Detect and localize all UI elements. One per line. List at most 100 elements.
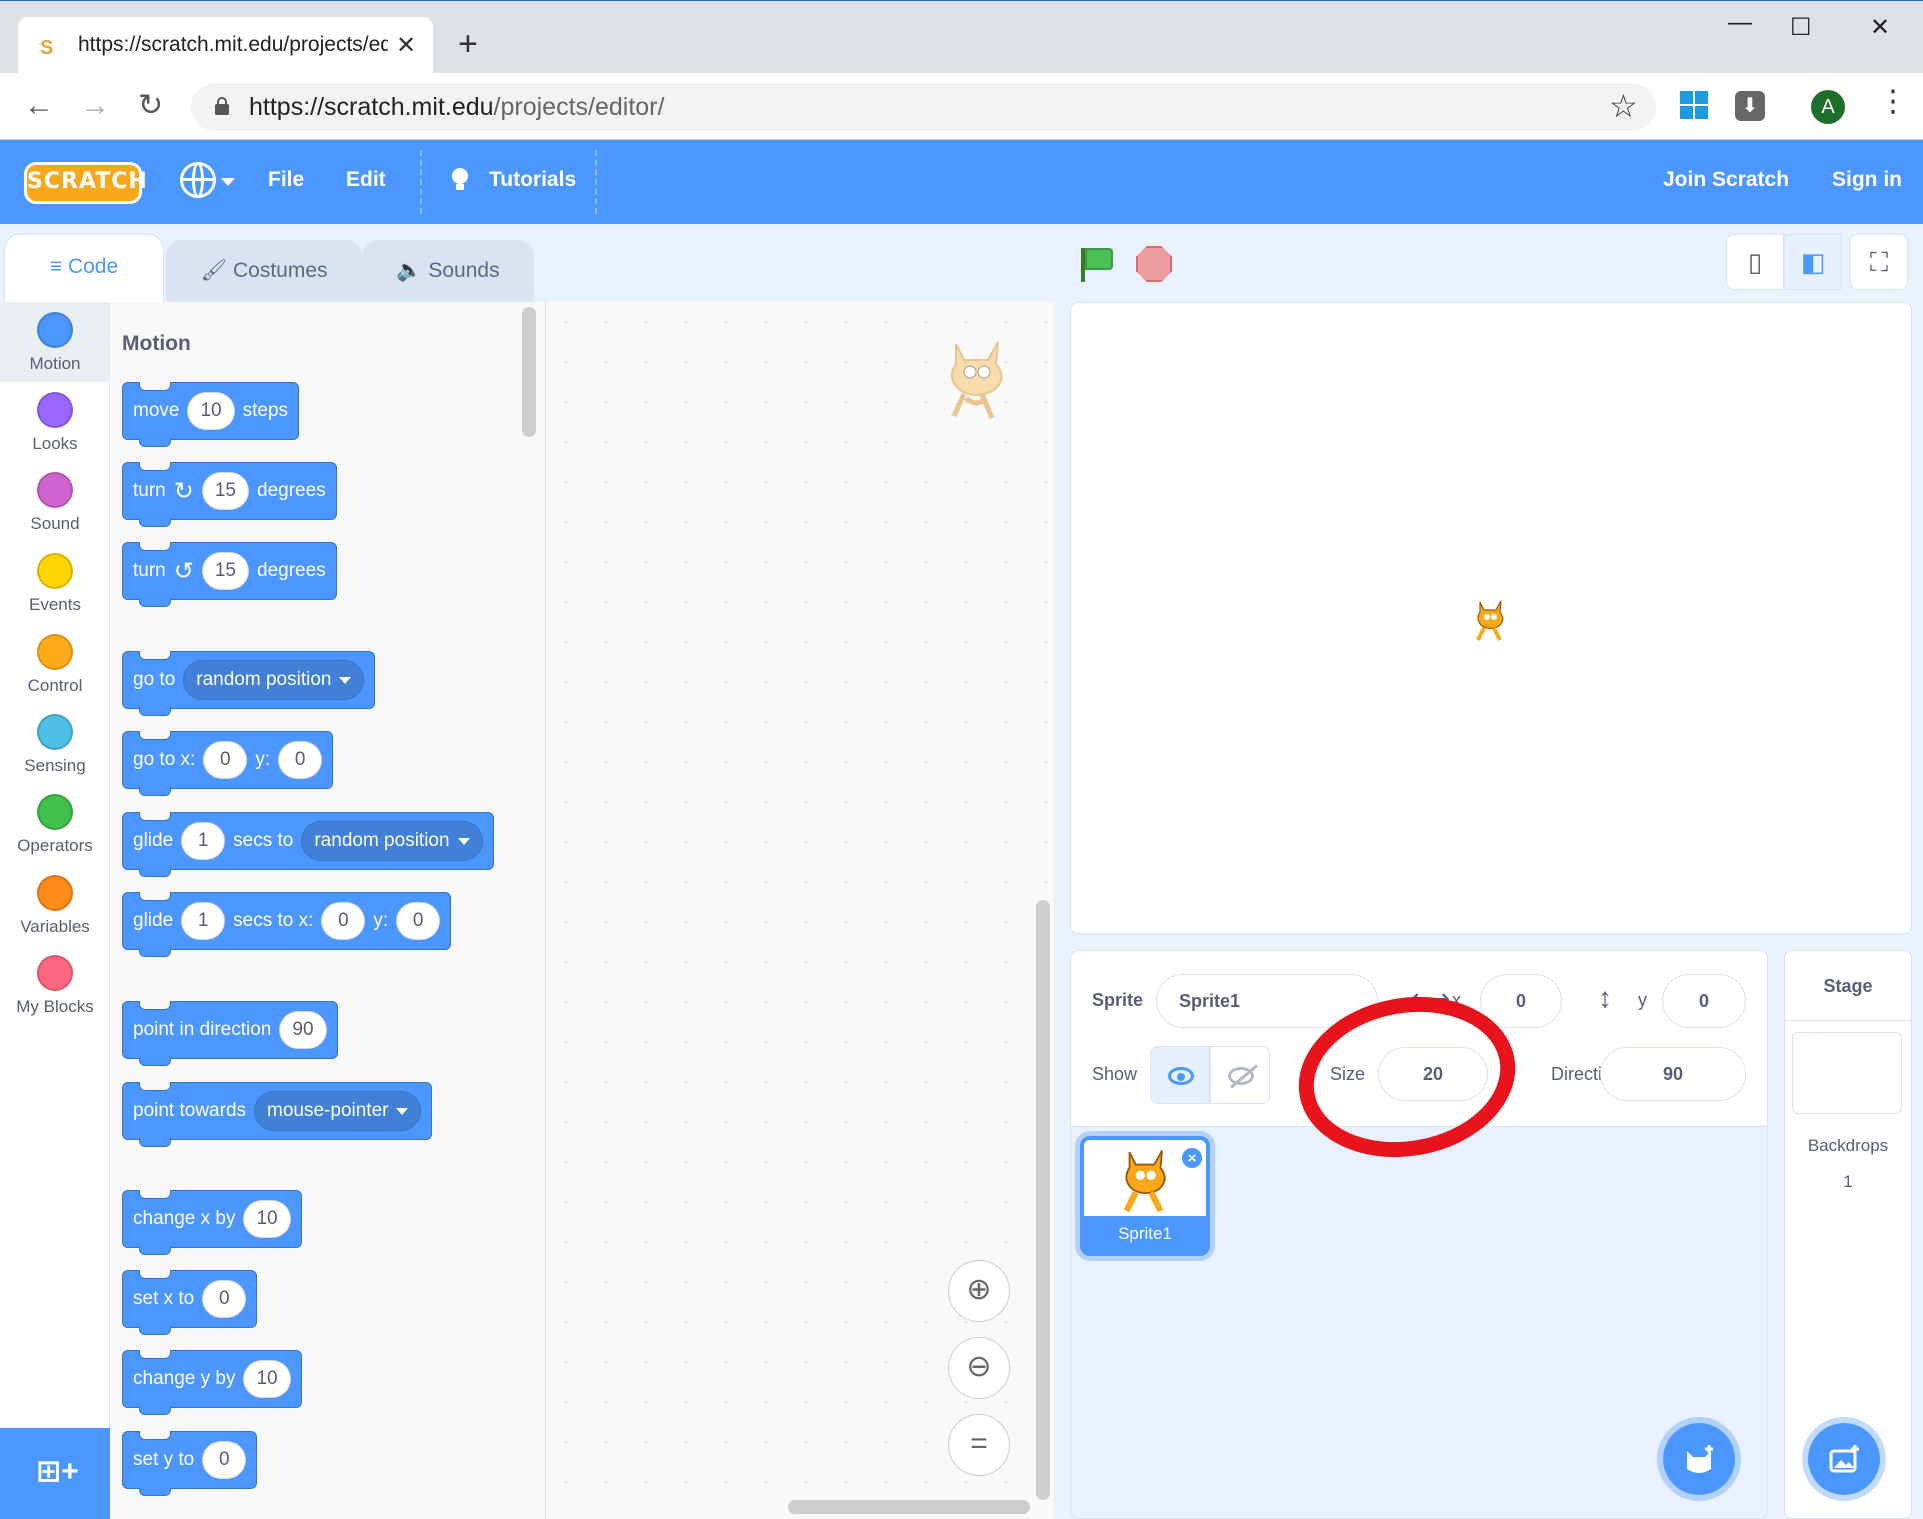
category-motion[interactable]: Motion (0, 302, 110, 382)
stage-cat-sprite[interactable] (1470, 598, 1510, 642)
language-globe-icon[interactable] (180, 162, 216, 198)
glide-xy-block[interactable]: glide 1 secs to x: 0 y: 0 (122, 892, 452, 957)
palette-scrollbar[interactable] (522, 307, 536, 437)
y-input[interactable]: 0 (396, 902, 441, 940)
change-y-block[interactable]: change y by 10 (122, 1350, 302, 1415)
sprite-thumbnail[interactable]: × Sprite1 (1080, 1136, 1210, 1256)
tutorials-bulb-icon[interactable] (448, 164, 472, 194)
turn-right-block[interactable]: turn ↻ 15 degrees (122, 462, 337, 527)
block-text: degrees (257, 560, 326, 581)
zoom-reset-button[interactable]: = (948, 1414, 1010, 1476)
secs-input[interactable]: 1 (181, 902, 226, 940)
file-menu[interactable]: File (268, 168, 304, 192)
block-text: y: (373, 910, 389, 931)
y-position-input[interactable]: 0 (1662, 974, 1746, 1028)
category-menu: Motion Looks Sound Events Control Sensin… (0, 302, 110, 1519)
stop-button[interactable] (1136, 246, 1172, 282)
tab-sounds[interactable]: 🔈 Sounds (362, 240, 534, 302)
turn-left-block[interactable]: turn ↺ 15 degrees (122, 542, 337, 607)
point-towards-block[interactable]: point towards mouse-pointer (122, 1082, 433, 1147)
go-to-xy-block[interactable]: go to x: 0 y: 0 (122, 731, 334, 796)
category-variables[interactable]: Variables (0, 865, 110, 945)
minimize-window-button[interactable]: — (1728, 9, 1752, 37)
goto-target-dropdown[interactable]: random position (183, 660, 365, 700)
language-caret-icon[interactable] (221, 178, 235, 186)
close-window-button[interactable]: ✕ (1870, 13, 1890, 42)
bookmark-star-icon[interactable]: ☆ (1609, 87, 1638, 125)
choose-sprite-button[interactable] (1657, 1417, 1741, 1501)
category-sensing[interactable]: Sensing (0, 704, 110, 784)
steps-input[interactable]: 10 (187, 392, 235, 430)
category-control[interactable]: Control (0, 624, 110, 704)
sprite-thumbnail-name: Sprite1 (1084, 1216, 1206, 1252)
glide-to-block[interactable]: glide 1 secs to random position (122, 812, 494, 877)
forward-button[interactable]: → (80, 91, 110, 121)
edit-menu[interactable]: Edit (346, 168, 386, 192)
zoom-in-button[interactable]: ⊕ (948, 1260, 1010, 1322)
close-tab-icon[interactable]: ✕ (396, 31, 416, 60)
category-label: Operators (17, 836, 93, 855)
sign-in-button[interactable]: Sign in (1832, 168, 1902, 192)
change-x-block[interactable]: change x by 10 (122, 1190, 302, 1255)
choose-backdrop-button[interactable] (1802, 1417, 1886, 1501)
script-horizontal-scrollbar[interactable] (788, 1500, 1030, 1514)
add-extension-button[interactable]: ⊞+ (0, 1428, 110, 1519)
go-to-block[interactable]: go to random position (122, 651, 376, 716)
delete-sprite-icon[interactable]: × (1180, 1146, 1204, 1170)
zoom-out-button[interactable]: ⊖ (948, 1337, 1010, 1399)
category-label: Variables (20, 917, 90, 936)
degrees-input[interactable]: 15 (201, 472, 249, 510)
point-in-direction-block[interactable]: point in direction 90 (122, 1001, 338, 1066)
set-y-input[interactable]: 0 (202, 1441, 247, 1479)
reload-button[interactable]: ↻ (138, 91, 163, 121)
windows-extension-icon[interactable] (1680, 91, 1708, 119)
y-input[interactable]: 0 (278, 741, 323, 779)
menu-divider (595, 150, 597, 214)
set-x-input[interactable]: 0 (202, 1280, 247, 1318)
tab-title: https://scratch.mit.edu/projects/editor/ (78, 33, 388, 56)
block-text: turn (133, 480, 166, 501)
download-extension-icon[interactable]: ⬇ (1735, 91, 1765, 121)
dropdown-arrow-icon (339, 676, 352, 684)
direction-input[interactable]: 90 (1600, 1047, 1746, 1101)
address-bar[interactable]: https://scratch.mit.edu/projects/editor/… (191, 83, 1656, 131)
change-x-input[interactable]: 10 (243, 1200, 291, 1238)
secs-input[interactable]: 1 (181, 822, 226, 860)
back-button[interactable]: ← (24, 91, 54, 121)
degrees-input[interactable]: 15 (201, 552, 249, 590)
x-input[interactable]: 0 (321, 902, 366, 940)
block-text: y: (255, 749, 271, 770)
browser-menu-icon[interactable]: ⋮ (1878, 87, 1908, 117)
profile-avatar[interactable]: A (1811, 90, 1845, 124)
change-y-input[interactable]: 10 (243, 1360, 291, 1398)
tab-costumes[interactable]: 🖌 Costumes (166, 240, 362, 302)
hide-sprite-button[interactable] (1210, 1046, 1270, 1104)
category-my-blocks[interactable]: My Blocks (0, 945, 110, 1025)
browser-tab[interactable]: S https://scratch.mit.edu/projects/edito… (18, 17, 433, 75)
browser-tabstrip: S https://scratch.mit.edu/projects/edito… (0, 0, 1923, 75)
glide-target-dropdown[interactable]: random position (301, 821, 483, 861)
backdrop-thumbnail[interactable] (1792, 1032, 1902, 1114)
new-tab-button[interactable]: + (458, 27, 478, 61)
set-x-block[interactable]: set x to 0 (122, 1270, 258, 1335)
set-y-block[interactable]: set y to 0 (122, 1431, 258, 1496)
join-scratch-button[interactable]: Join Scratch (1663, 168, 1789, 192)
towards-target-dropdown[interactable]: mouse-pointer (254, 1091, 422, 1131)
fullscreen-button[interactable]: ⛶ (1850, 234, 1908, 290)
small-stage-button[interactable]: ▯ (1726, 234, 1784, 290)
tutorials-button[interactable]: Tutorials (489, 168, 576, 192)
tab-code[interactable]: ≡ Code (4, 234, 164, 302)
x-input[interactable]: 0 (203, 741, 248, 779)
scratch-logo[interactable]: SCRATCH (24, 162, 147, 204)
category-operators[interactable]: Operators (0, 784, 110, 864)
normal-stage-button[interactable]: ◧ (1784, 234, 1842, 290)
category-looks[interactable]: Looks (0, 382, 110, 462)
move-steps-block[interactable]: move 10 steps (122, 382, 300, 447)
green-flag-button[interactable] (1078, 246, 1114, 282)
script-vertical-scrollbar[interactable] (1036, 900, 1050, 1500)
maximize-window-button[interactable]: ☐ (1790, 13, 1812, 42)
category-sound[interactable]: Sound (0, 462, 110, 542)
show-sprite-button[interactable] (1150, 1046, 1210, 1104)
category-events[interactable]: Events (0, 543, 110, 623)
direction-input[interactable]: 90 (279, 1011, 327, 1049)
